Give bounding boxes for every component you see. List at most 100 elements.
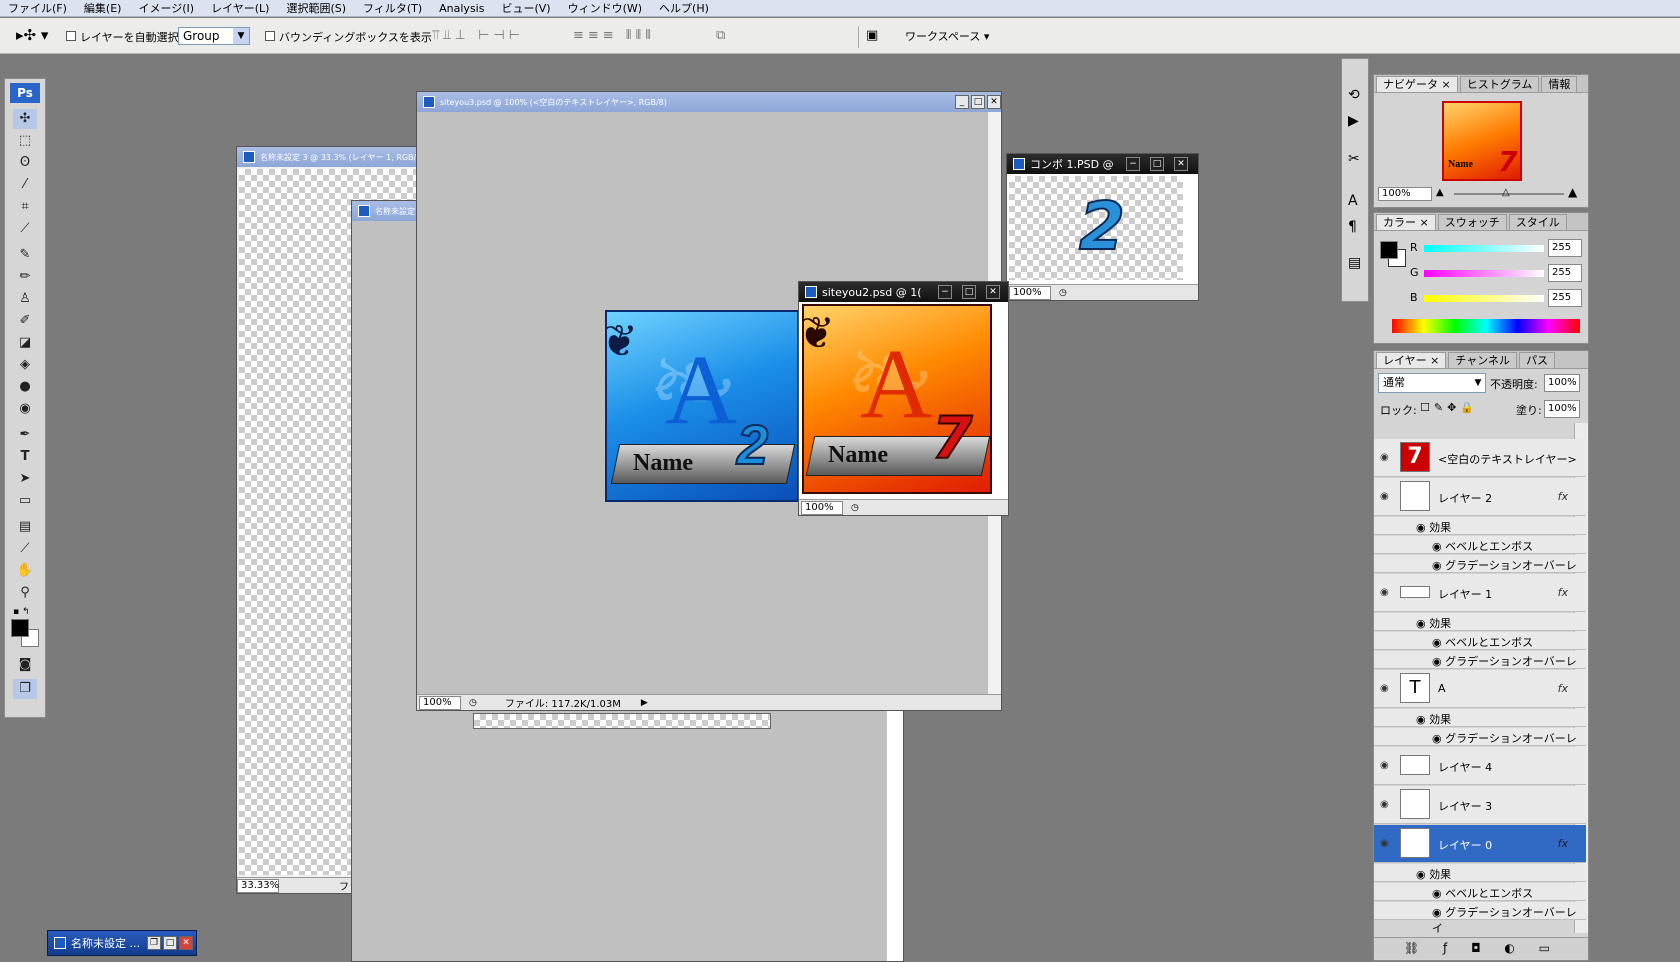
eye-icon[interactable]: ◉: [1380, 587, 1389, 598]
effect-bevel-row[interactable]: ◉ ベベルとエンボス: [1374, 536, 1586, 554]
tool-presets-icon[interactable]: ✂: [1348, 151, 1360, 167]
pen-tool-icon[interactable]: ✒: [13, 425, 37, 445]
maximize-button[interactable]: □: [1150, 157, 1164, 171]
green-value[interactable]: 255: [1548, 264, 1582, 282]
fx-icon[interactable]: fx: [1558, 586, 1568, 599]
history-icon[interactable]: ⟲: [1348, 87, 1360, 103]
bridge-icon[interactable]: ▣: [866, 28, 878, 43]
menu-analysis[interactable]: Analysis: [431, 2, 493, 15]
slice-tool-icon[interactable]: ⟋: [13, 219, 37, 239]
type-tool-icon[interactable]: T: [13, 447, 37, 467]
eye-icon[interactable]: ◉: [1380, 760, 1389, 771]
opacity-field[interactable]: 100%: [1544, 374, 1580, 392]
distribute-buttons[interactable]: ≡≡≡ ⦀⦀⦀: [573, 28, 655, 43]
align-buttons[interactable]: ⫪⫫⊥ ⊢⊣⊢: [432, 28, 524, 43]
orange-icon-artwork[interactable]: ❦ ❧ A Name 7: [802, 304, 992, 494]
menu-window[interactable]: ウィンドウ(W): [560, 0, 651, 16]
blue-value[interactable]: 255: [1548, 289, 1582, 307]
lasso-tool-icon[interactable]: ʘ: [13, 153, 37, 173]
menu-filter[interactable]: フィルタ(T): [355, 0, 431, 16]
effects-row[interactable]: ◉ 効果: [1374, 864, 1586, 882]
maximize-button[interactable]: □: [163, 936, 177, 950]
zoom-in-icon[interactable]: ▲: [1568, 185, 1577, 199]
history-brush-icon[interactable]: ✐: [13, 311, 37, 331]
notes-tool-icon[interactable]: ▤: [13, 517, 37, 537]
crop-tool-icon[interactable]: ⌗: [13, 197, 37, 217]
tab-swatches[interactable]: スウォッチ: [1437, 214, 1507, 230]
effect-gradient-row[interactable]: ◉ グラデーションオーバーレイ: [1374, 555, 1586, 588]
layer-row-text[interactable]: ◉ 7 <空白のテキストレイヤー>: [1374, 439, 1586, 477]
status-menu-icon[interactable]: ◷: [469, 698, 477, 708]
zoom-field[interactable]: 100%: [801, 500, 843, 515]
effect-gradient-row[interactable]: ◉ グラデーションオーバーレイ: [1374, 902, 1586, 935]
tab-color[interactable]: カラー ×: [1376, 214, 1436, 230]
close-button[interactable]: ✕: [1174, 157, 1188, 171]
eye-icon[interactable]: ◉: [1380, 683, 1389, 694]
zoom-out-icon[interactable]: ▲: [1436, 187, 1444, 198]
menu-view[interactable]: ビュー(V): [493, 0, 559, 16]
close-button[interactable]: ✕: [179, 936, 193, 950]
dodge-tool-icon[interactable]: ◉: [13, 399, 37, 419]
restore-button[interactable]: ❐: [147, 936, 161, 950]
lock-buttons[interactable]: ☐✎✥🔒: [1420, 401, 1478, 414]
minimize-button[interactable]: −: [1126, 157, 1140, 171]
layers-footer-buttons[interactable]: ⛓ ƒ ◘ ◐ ▭ ❐ 🗑: [1374, 937, 1588, 959]
eyedropper-icon[interactable]: ⟋: [13, 539, 37, 559]
green-slider[interactable]: [1424, 270, 1544, 277]
window-titlebar[interactable]: siteyou2.psd @ 1( − □ ✕: [799, 282, 1008, 302]
zoom-field[interactable]: 100%: [1009, 285, 1051, 300]
minimize-button[interactable]: −: [938, 285, 952, 299]
hand-tool-icon[interactable]: ✋: [13, 561, 37, 581]
zoom-slider-handle[interactable]: △: [1502, 187, 1510, 198]
minimize-button[interactable]: _: [955, 95, 969, 109]
menu-help[interactable]: ヘルプ(H): [651, 0, 718, 16]
character-icon[interactable]: A: [1348, 193, 1358, 209]
fill-field[interactable]: 100%: [1544, 400, 1580, 418]
status-arrow-icon[interactable]: ▶: [641, 698, 648, 708]
layer-comps-icon[interactable]: ▤: [1348, 255, 1361, 271]
path-select-icon[interactable]: ➤: [13, 469, 37, 489]
window-titlebar[interactable]: 名称未設定 3 @ 33.3% (レイヤー 1, RGB/8): [237, 147, 417, 167]
blue-icon-artwork[interactable]: ❦ ❧ A Name 2: [605, 310, 799, 502]
menu-file[interactable]: ファイル(F): [0, 0, 76, 16]
eye-icon[interactable]: ◉: [1380, 491, 1389, 502]
tab-paths[interactable]: パス: [1519, 352, 1556, 368]
bounding-box-checkbox[interactable]: [265, 31, 275, 41]
layer-row-a[interactable]: ◉ T A fx: [1374, 670, 1586, 708]
menu-image[interactable]: イメージ(I): [130, 0, 203, 16]
eye-icon[interactable]: ◉: [1380, 838, 1389, 849]
navigator-thumbnail[interactable]: Name 7: [1442, 101, 1522, 181]
healing-brush-icon[interactable]: ✎: [13, 245, 37, 265]
layer-row-layer0-selected[interactable]: ◉ レイヤー 0 fx: [1374, 825, 1586, 863]
effect-gradient-row[interactable]: ◉ グラデーションオーバーレイ: [1374, 728, 1586, 761]
layer-row-layer2[interactable]: ◉ レイヤー 2 fx: [1374, 478, 1586, 516]
effect-gradient-row[interactable]: ◉ グラデーションオーバーレイ: [1374, 651, 1586, 684]
window-titlebar[interactable]: コンボ 1.PSD @ − □ ✕: [1007, 154, 1198, 174]
canvas-strip[interactable]: [473, 713, 771, 729]
paragraph-icon[interactable]: ¶: [1348, 219, 1357, 235]
navigator-zoom-field[interactable]: 100%: [1378, 187, 1432, 201]
brush-tool-icon[interactable]: ✏: [13, 267, 37, 287]
screen-mode-icon[interactable]: ❐: [13, 679, 37, 699]
workspace-menu[interactable]: ワークスペース ▾: [905, 28, 989, 44]
document-window-siteyou2[interactable]: siteyou2.psd @ 1( − □ ✕ ❦ ❧ A Name 7 100…: [798, 281, 1009, 516]
effects-row[interactable]: ◉ 効果: [1374, 709, 1586, 727]
paint-bucket-icon[interactable]: ◈: [13, 355, 37, 375]
status-menu-icon[interactable]: ◷: [851, 503, 859, 513]
effects-row[interactable]: ◉ 効果: [1374, 517, 1586, 535]
tab-layers[interactable]: レイヤー ×: [1376, 352, 1447, 368]
move-tool-icon[interactable]: ▸✣ ▾: [16, 26, 48, 44]
tab-styles[interactable]: スタイル: [1508, 214, 1567, 230]
tab-info[interactable]: 情報: [1541, 76, 1578, 92]
red-value[interactable]: 255: [1548, 239, 1582, 257]
move-tool-icon[interactable]: ✣: [13, 109, 37, 129]
tab-channels[interactable]: チャンネル: [1448, 352, 1518, 368]
tab-histogram[interactable]: ヒストグラム: [1459, 76, 1540, 92]
actions-icon[interactable]: ▶: [1348, 113, 1359, 129]
foreground-color-swatch[interactable]: [11, 619, 29, 637]
eye-icon[interactable]: ◉: [1380, 799, 1389, 810]
zoom-tool-icon[interactable]: ⚲: [13, 583, 37, 603]
fx-icon[interactable]: fx: [1558, 837, 1568, 850]
window-titlebar[interactable]: 名称未設定: [352, 201, 422, 221]
blur-tool-icon[interactable]: ●: [13, 377, 37, 397]
